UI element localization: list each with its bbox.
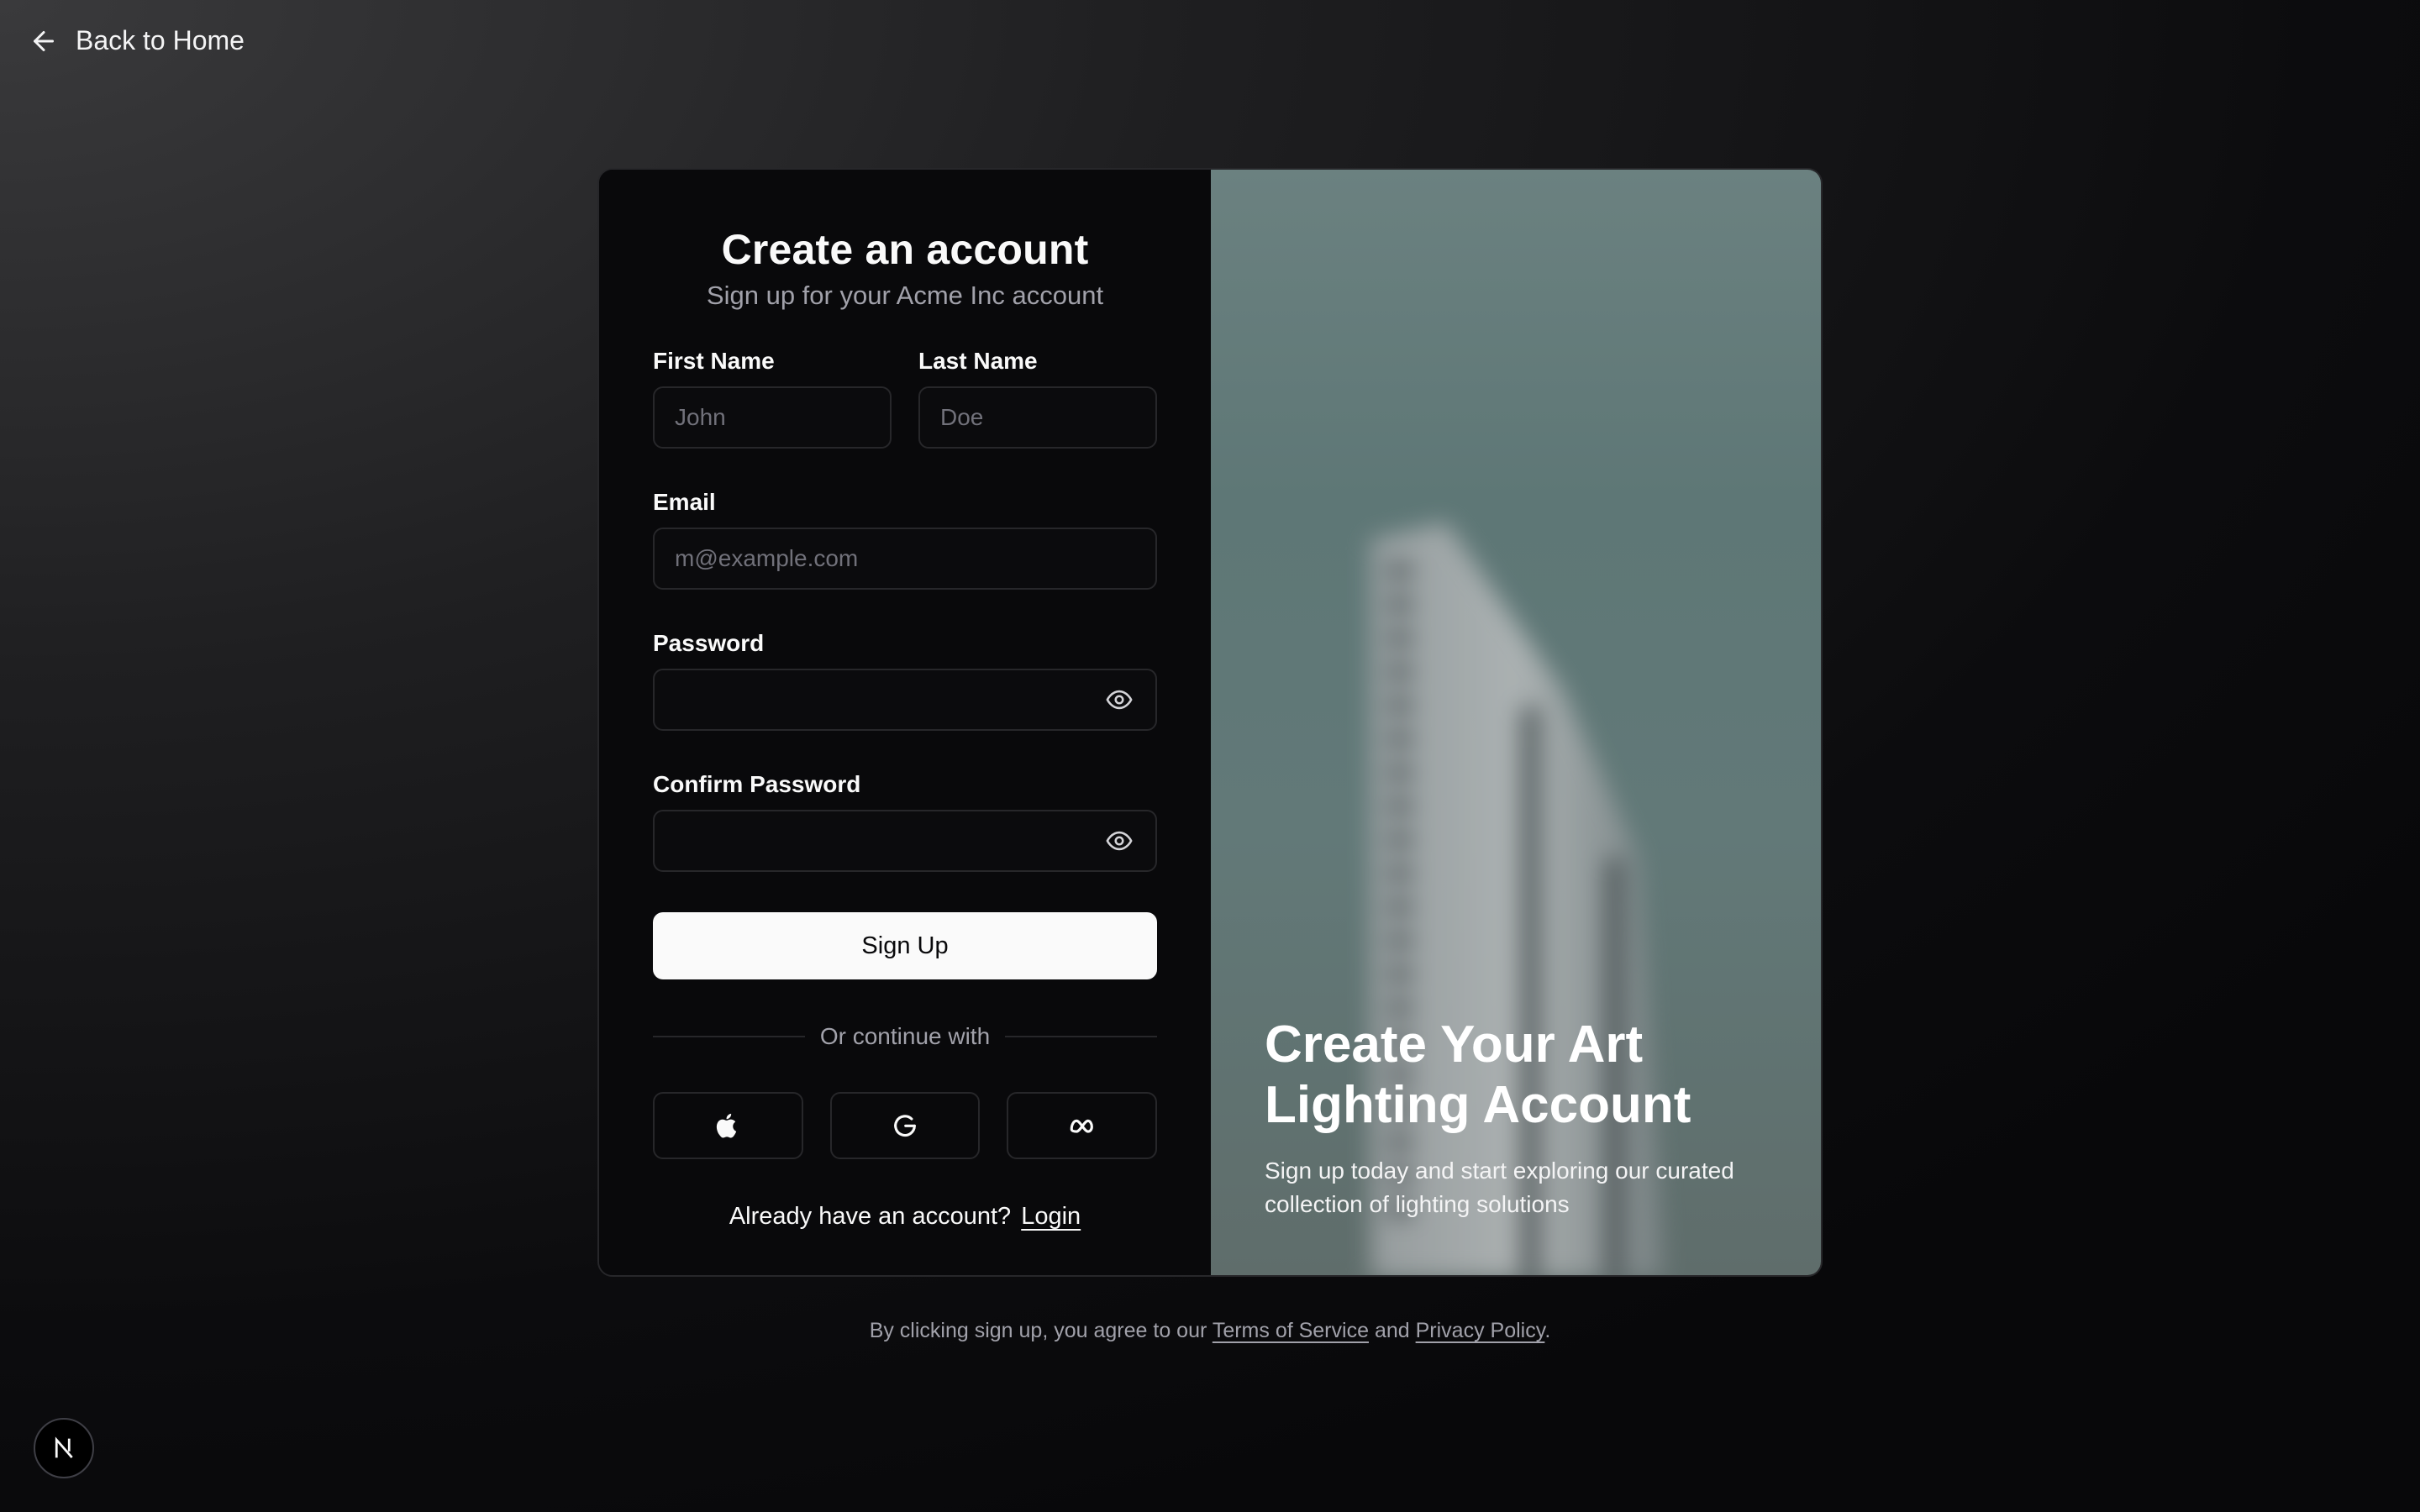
last-name-input[interactable]: Doe (918, 386, 1157, 449)
terms-suffix: . (1544, 1319, 1551, 1342)
divider-text: Or continue with (819, 1023, 991, 1049)
divider-line (653, 1036, 805, 1037)
back-to-home-label: Back to Home (76, 25, 245, 55)
google-signin-button[interactable] (829, 1092, 981, 1159)
divider-line (1005, 1036, 1158, 1037)
email-placeholder: m@example.com (675, 545, 859, 571)
password-input[interactable] (653, 669, 1157, 731)
nextjs-icon (55, 1436, 73, 1458)
login-link[interactable]: Login (1021, 1203, 1081, 1230)
hero-image-panel: Create Your Art Lighting Account Sign up… (1211, 170, 1821, 1275)
first-name-label: First Name (653, 348, 775, 374)
terms-prefix: By clicking sign up, you agree to our (869, 1319, 1207, 1342)
form-subtitle: Sign up for your Acme Inc account (706, 281, 1104, 310)
signup-form: Create an account Sign up for your Acme … (599, 170, 1211, 1275)
already-have-account: Already have an account? Login (653, 1203, 1157, 1231)
terms-and: and (1374, 1319, 1410, 1342)
apple-signin-button[interactable] (653, 1092, 803, 1159)
form-title: Create an account (721, 226, 1089, 273)
eye-icon[interactable] (1105, 827, 1134, 855)
first-name-placeholder: John (675, 404, 726, 430)
or-continue-divider: Or continue with (653, 1023, 1158, 1050)
meta-signin-button[interactable] (1007, 1092, 1158, 1159)
terms-notice: By clicking sign up, you agree to our Te… (0, 1319, 2420, 1343)
hero-text: Create Your Art Lighting Account Sign up… (1265, 1015, 1767, 1221)
apple-icon (717, 1113, 737, 1138)
social-buttons (653, 1092, 1158, 1159)
last-name-label: Last Name (918, 348, 1038, 374)
back-to-home-link[interactable]: Back to Home (29, 25, 245, 56)
eye-icon[interactable] (1105, 685, 1134, 714)
first-name-input[interactable]: John (653, 386, 892, 449)
google-icon (894, 1115, 916, 1137)
hero-title: Create Your Art Lighting Account (1265, 1016, 1691, 1134)
email-label: Email (653, 489, 716, 515)
signup-card: Create an account Sign up for your Acme … (597, 168, 1823, 1277)
hero-subtitle: Sign up today and start exploring our cu… (1265, 1158, 1734, 1217)
terms-of-service-link[interactable]: Terms of Service (1213, 1319, 1369, 1342)
last-name-placeholder: Doe (940, 404, 984, 430)
sign-up-button[interactable]: Sign Up (653, 912, 1157, 979)
email-input[interactable]: m@example.com (653, 528, 1157, 590)
confirm-password-label: Confirm Password (653, 771, 861, 797)
already-text: Already have an account? (729, 1203, 1012, 1230)
meta-icon (1070, 1119, 1093, 1133)
password-label: Password (653, 630, 765, 656)
arrow-left-icon (34, 30, 54, 51)
confirm-password-input[interactable] (653, 810, 1157, 872)
nextjs-dev-badge[interactable] (34, 1418, 94, 1478)
privacy-policy-link[interactable]: Privacy Policy (1416, 1319, 1545, 1342)
